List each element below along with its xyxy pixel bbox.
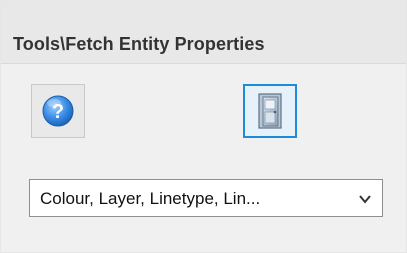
help-button[interactable]: ?: [31, 84, 85, 138]
chevron-down-icon: [359, 195, 371, 204]
svg-text:?: ?: [52, 101, 64, 123]
help-question-icon: ?: [42, 95, 74, 127]
select-selected-value: Colour, Layer, Linetype, Lin...: [40, 189, 261, 208]
fetch-properties-panel: Tools\Fetch Entity Properties ? Colour, …: [0, 0, 407, 253]
panel-title: Tools\Fetch Entity Properties: [13, 34, 265, 54]
entity-properties-select[interactable]: Colour, Layer, Linetype, Lin...: [29, 179, 383, 217]
exit-door-button[interactable]: [243, 84, 297, 138]
door-exit-icon: [258, 93, 282, 129]
panel-header: Tools\Fetch Entity Properties: [1, 1, 406, 64]
